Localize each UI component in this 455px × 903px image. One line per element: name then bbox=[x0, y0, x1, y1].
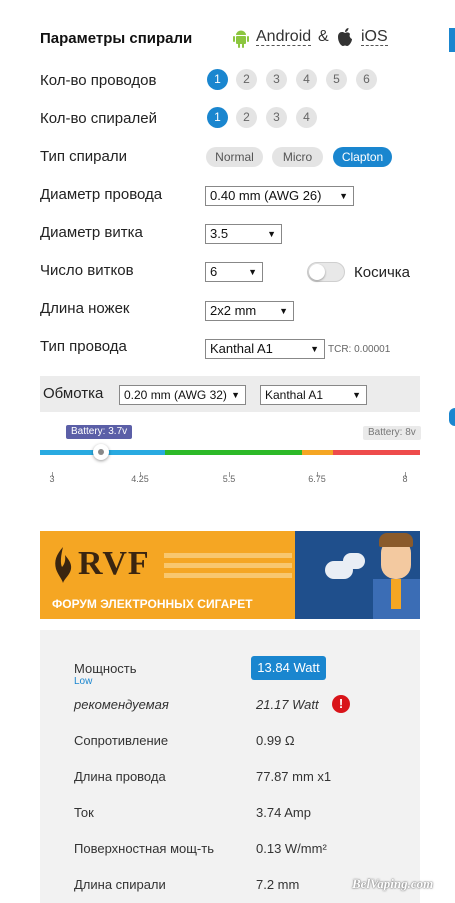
wire-diameter-select[interactable]: 0.40 mm (AWG 26) ▼ bbox=[205, 186, 354, 206]
chevron-down-icon: ▼ bbox=[339, 191, 348, 201]
current-value: 3.74 Amp bbox=[256, 805, 311, 820]
person-tie bbox=[391, 579, 401, 609]
current-label: Ток bbox=[74, 805, 94, 820]
wraps-select[interactable]: 6 ▼ bbox=[205, 262, 263, 282]
chevron-down-icon: ▼ bbox=[279, 306, 288, 316]
wire-diameter-label: Диаметр провода bbox=[40, 186, 163, 203]
chevron-down-icon: ▼ bbox=[248, 267, 257, 277]
rvf-banner[interactable]: RVF ФОРУМ ЭЛЕКТРОННЫХ СИГАРЕТ bbox=[40, 531, 420, 619]
ios-link[interactable]: iOS bbox=[361, 28, 388, 46]
surface-power-label: Поверхностная мощ-ть bbox=[74, 841, 214, 856]
coils-option-4[interactable]: 4 bbox=[296, 107, 317, 128]
coils-option-3[interactable]: 3 bbox=[266, 107, 287, 128]
chevron-down-icon: ▼ bbox=[231, 390, 240, 400]
banner-caption: ФОРУМ ЭЛЕКТРОННЫХ СИГАРЕТ bbox=[52, 597, 253, 611]
power-label: Мощность bbox=[74, 661, 137, 676]
flame-logo-icon bbox=[55, 547, 72, 583]
handle-dot bbox=[98, 449, 105, 455]
wire-type-label: Тип провода bbox=[40, 338, 127, 355]
winding-material-value: Kanthal A1 bbox=[265, 388, 324, 402]
resistance-value: 0.99 Ω bbox=[256, 733, 295, 748]
coil-type-micro[interactable]: Micro bbox=[272, 147, 323, 167]
power-status: Low bbox=[74, 676, 93, 687]
legs-value: 2x2 mm bbox=[210, 303, 257, 318]
wires-label: Кол-во проводов bbox=[40, 72, 157, 89]
battery-max-tag: Battery: 8v bbox=[363, 426, 421, 440]
coil-type-label: Тип спирали bbox=[40, 148, 127, 165]
wire-diameter-value: 0.40 mm (AWG 26) bbox=[210, 188, 322, 203]
rvf-logo: RVF bbox=[78, 545, 150, 582]
person-hair bbox=[379, 533, 413, 547]
ios-label[interactable]: iOS bbox=[361, 28, 388, 46]
winding-material-select[interactable]: Kanthal A1 ▼ bbox=[260, 385, 367, 405]
battery-slider-handle[interactable] bbox=[93, 444, 110, 460]
coils-label: Кол-во спиралей bbox=[40, 110, 157, 127]
results-panel: Мощность Low 13.84 Watt рекомендуемая 21… bbox=[40, 630, 420, 903]
coil-type-clapton[interactable]: Clapton bbox=[333, 147, 392, 167]
coils-option-2[interactable]: 2 bbox=[236, 107, 257, 128]
surface-power-value: 0.13 W/mm² bbox=[256, 841, 327, 856]
smoke-cloud bbox=[343, 553, 365, 569]
tick-label: 3 bbox=[49, 474, 55, 484]
banner-illustration bbox=[295, 531, 420, 619]
tick-label: 6.75 bbox=[308, 474, 326, 484]
side-accent-dot bbox=[449, 408, 455, 426]
android-label[interactable]: Android bbox=[256, 28, 312, 46]
coil-length-value: 7.2 mm bbox=[256, 877, 300, 892]
tcr-value: TCR: 0.00001 bbox=[328, 344, 391, 355]
banner-stripe bbox=[164, 563, 292, 568]
legs-select[interactable]: 2x2 mm ▼ bbox=[205, 301, 294, 321]
coil-type-normal[interactable]: Normal bbox=[206, 147, 263, 167]
banner-stripe bbox=[164, 573, 292, 578]
toggle-knob bbox=[309, 264, 325, 280]
winding-label: Обмотка bbox=[43, 385, 104, 402]
track-segment-orange bbox=[302, 450, 333, 455]
winding-diameter-value: 0.20 mm (AWG 32) bbox=[124, 388, 227, 402]
track-segment-red bbox=[332, 450, 420, 455]
wires-option-6[interactable]: 6 bbox=[356, 69, 377, 90]
warning-icon: ! bbox=[332, 695, 350, 713]
wire-type-select[interactable]: Kanthal A1 ▼ bbox=[205, 339, 325, 359]
wires-option-4[interactable]: 4 bbox=[296, 69, 317, 90]
banner-stripe bbox=[164, 553, 292, 558]
tick-label: 4.25 bbox=[131, 474, 149, 484]
wire-length-value: 77.87 mm x1 bbox=[256, 769, 332, 784]
track-segment-green bbox=[165, 450, 303, 455]
inner-diameter-label: Диаметр витка bbox=[40, 224, 143, 241]
watermark: BelVaping.com bbox=[352, 876, 434, 891]
wraps-value: 6 bbox=[210, 264, 218, 279]
chevron-down-icon: ▼ bbox=[352, 390, 361, 400]
android-icon bbox=[233, 30, 249, 53]
power-value-badge: 13.84 Watt bbox=[251, 656, 326, 680]
wires-option-2[interactable]: 2 bbox=[236, 69, 257, 90]
wires-option-5[interactable]: 5 bbox=[326, 69, 347, 90]
wires-option-3[interactable]: 3 bbox=[266, 69, 287, 90]
twisted-label: Косичка bbox=[354, 264, 411, 281]
chevron-down-icon: ▼ bbox=[267, 229, 276, 239]
winding-diameter-select[interactable]: 0.20 mm (AWG 32) ▼ bbox=[119, 385, 246, 405]
wires-option-1[interactable]: 1 bbox=[207, 69, 228, 90]
inner-diameter-value: 3.5 bbox=[210, 226, 229, 241]
tick-label: 5.5 bbox=[222, 474, 236, 484]
page-title: Параметры спирали bbox=[40, 30, 193, 47]
resistance-label: Сопротивление bbox=[74, 733, 169, 748]
wire-length-label: Длина провода bbox=[74, 769, 166, 784]
recommended-value: 21.17 Watt bbox=[256, 697, 319, 712]
apple-icon bbox=[336, 27, 354, 52]
chevron-down-icon: ▼ bbox=[310, 344, 319, 354]
coil-length-label: Длина спирали bbox=[74, 877, 166, 892]
wraps-label: Число витков bbox=[40, 262, 134, 279]
recommended-label: рекомендуемая bbox=[74, 697, 169, 712]
wire-type-value: Kanthal A1 bbox=[210, 341, 273, 356]
inner-diameter-select[interactable]: 3.5 ▼ bbox=[205, 224, 282, 244]
legs-label: Длина ножек bbox=[40, 300, 130, 317]
android-link[interactable]: Android bbox=[256, 28, 312, 46]
twisted-toggle[interactable] bbox=[307, 262, 345, 282]
tick-label: 8 bbox=[402, 474, 408, 484]
coils-option-1[interactable]: 1 bbox=[207, 107, 228, 128]
side-accent-bar bbox=[449, 28, 455, 52]
ampersand: & bbox=[318, 28, 329, 45]
battery-current-tag: Battery: 3.7v bbox=[66, 425, 133, 439]
winding-panel: Обмотка 0.20 mm (AWG 32) ▼ Kanthal A1 ▼ bbox=[40, 376, 420, 412]
